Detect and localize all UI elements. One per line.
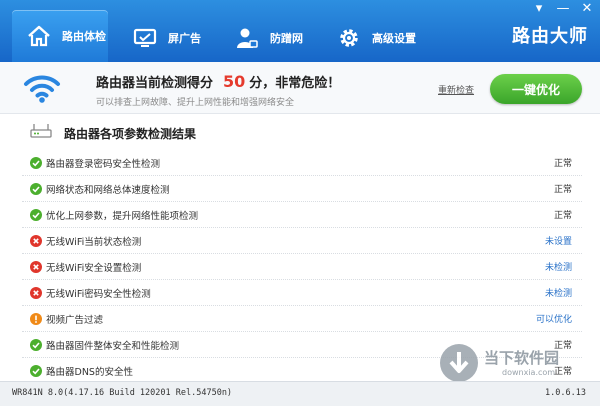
score-prefix: 路由器当前检测得分: [96, 76, 214, 91]
tab-label: 路由体检: [62, 30, 106, 43]
result-label: 优化上网参数，提升网络性能项检测: [46, 210, 199, 222]
results-header: 路由器各项参数检测结果: [30, 123, 196, 143]
result-label: 视频广告过滤: [46, 314, 104, 326]
result-row: 路由器登录密码安全性检测 正常: [22, 150, 582, 176]
result-row: 网络状态和网络总体速度检测 正常: [22, 176, 582, 202]
tab-advanced-settings[interactable]: 高级设置: [322, 14, 432, 62]
result-action-link[interactable]: 未检测: [545, 286, 572, 299]
wifi-icon: [22, 72, 62, 108]
result-label: 无线WiFi密码安全性检测: [46, 288, 151, 300]
result-row: 无线WiFi密码安全性检测 未检测: [22, 280, 582, 306]
check-circle-icon: [30, 364, 42, 377]
tab-label: 屏广告: [168, 32, 201, 45]
results-title: 路由器各项参数检测结果: [64, 126, 197, 141]
gear-icon: [336, 25, 362, 51]
check-circle-icon: [30, 208, 42, 221]
error-circle-icon: [30, 286, 42, 299]
check-circle-icon: [30, 182, 42, 195]
score-subtitle: 可以排查上网故障、提升上网性能和增强网络安全: [96, 98, 295, 108]
result-status: 正常: [553, 159, 572, 169]
score-suffix: 分，非常危险！: [249, 76, 341, 91]
tab-label: 高级设置: [372, 32, 416, 45]
results-panel: 路由器各项参数检测结果 路由器登录密码安全性检测 正常 网络状态和网络总体速度检测正…: [0, 115, 600, 384]
tab-anti-leech[interactable]: 防蹭网: [220, 14, 320, 62]
result-label: 无线WiFi当前状态检测: [46, 236, 142, 248]
status-bar: WR841N 8.0(4.17.16 Build 120201 Rel.5475…: [0, 381, 600, 406]
check-circle-icon: [30, 338, 42, 351]
watermark-text: 当下软件园: [484, 349, 560, 367]
result-action-link[interactable]: 可以优化: [536, 312, 572, 325]
minimize-button[interactable]: —: [556, 2, 570, 16]
result-label: 路由器DNS的安全性: [46, 366, 133, 378]
result-action-link[interactable]: 未检测: [545, 260, 572, 273]
warning-circle-icon: [30, 312, 42, 325]
tab-label: 防蹭网: [270, 32, 303, 45]
close-button[interactable]: ✕: [580, 2, 594, 16]
check-circle-icon: [30, 156, 42, 169]
one-click-optimize-button[interactable]: 一键优化: [490, 74, 582, 104]
result-label: 路由器固件整体安全和性能检测: [46, 340, 180, 352]
score-heading: 路由器当前检测得分 50 分，非常危险！: [96, 72, 340, 91]
tab-router-checkup[interactable]: 路由体检: [12, 10, 108, 62]
result-row: 无线WiFi当前状态检测 未设置: [22, 228, 582, 254]
result-action-link[interactable]: 未设置: [545, 234, 572, 247]
error-circle-icon: [30, 234, 42, 247]
app-brand: 路由大师: [512, 26, 588, 47]
menu-dropdown-button[interactable]: ▾: [532, 2, 546, 16]
window-controls: ▾ — ✕: [532, 2, 594, 16]
watermark-download-icon: [440, 344, 478, 382]
result-status: 正常: [553, 211, 572, 221]
recheck-link[interactable]: 重新检查: [438, 83, 474, 96]
user-lock-icon: [234, 25, 260, 51]
router-icon: [30, 123, 52, 143]
watermark: 当下软件园 downxia.com: [440, 344, 600, 384]
title-bar: 路由体检 屏广告 防蹭网 高级设置 ▾ — ✕ 路由大师: [0, 0, 600, 62]
tab-block-ads[interactable]: 屏广告: [118, 14, 218, 62]
error-circle-icon: [30, 260, 42, 273]
result-row: 优化上网参数，提升网络性能项检测 正常: [22, 202, 582, 228]
result-label: 路由器登录密码安全性检测: [46, 158, 161, 170]
home-icon: [26, 23, 52, 49]
result-row: 无线WiFi安全设置检测 未检测: [22, 254, 582, 280]
watermark-url: downxia.com: [502, 368, 556, 377]
firmware-version: WR841N 8.0(4.17.16 Build 120201 Rel.5475…: [12, 388, 233, 398]
result-status: 正常: [553, 185, 572, 195]
result-label: 网络状态和网络总体速度检测: [46, 184, 170, 196]
score-value: 50: [223, 72, 246, 91]
monitor-icon: [132, 25, 158, 51]
app-version: 1.0.6.13: [545, 388, 586, 398]
result-label: 无线WiFi安全设置检测: [46, 262, 142, 274]
result-row: 视频广告过滤 可以优化: [22, 306, 582, 332]
